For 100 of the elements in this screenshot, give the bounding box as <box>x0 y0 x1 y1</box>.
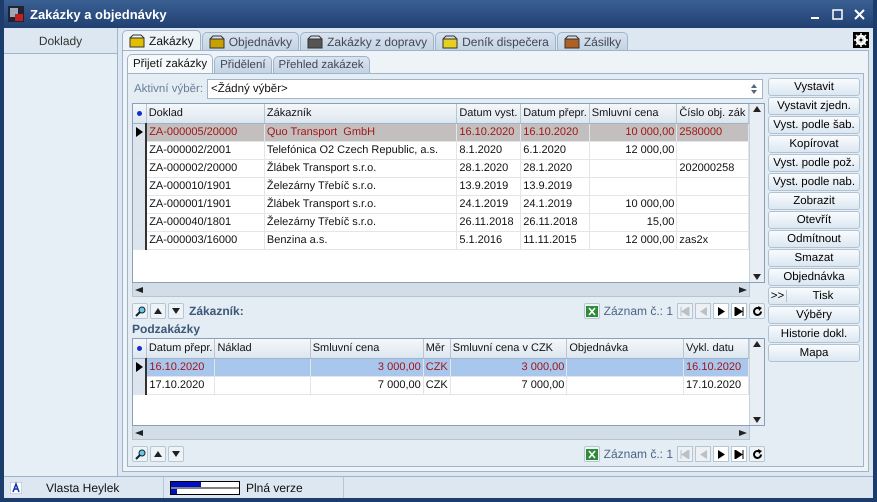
table-cell: 3 000,00 <box>378 361 421 373</box>
record-nav-button[interactable] <box>713 446 729 462</box>
refresh-button[interactable] <box>749 303 765 319</box>
scroll-down-icon <box>753 417 762 423</box>
column-header[interactable]: Číslo obj. zák <box>676 104 749 123</box>
action-button[interactable]: Zobrazit <box>768 192 860 210</box>
search-button[interactable] <box>132 303 148 319</box>
tab[interactable]: Deník dispečera <box>435 32 556 50</box>
vertical-scrollbar[interactable] <box>749 339 764 425</box>
previous-record-icon <box>698 450 708 458</box>
column-header[interactable]: Datum přepr. <box>520 104 590 123</box>
filter-caption: Zákazník: <box>189 304 245 318</box>
tab[interactable]: Přehled zakázek <box>272 56 370 73</box>
tab[interactable]: Zakázky z dopravy <box>300 32 434 50</box>
action-button[interactable]: Vystavit zjedn. <box>768 97 860 115</box>
table-cell: CZK <box>426 379 448 391</box>
tab[interactable]: Zásilky <box>556 32 628 50</box>
table-cell: 10 000,00 <box>625 126 674 138</box>
table-cell: 24.1.2019 <box>459 198 508 210</box>
action-button[interactable]: Vyst. podle šab. <box>768 116 860 134</box>
record-nav-button[interactable] <box>731 303 747 319</box>
action-button[interactable]: Vyst. podle nab. <box>768 173 860 191</box>
table-cell: 7 000,00 <box>378 379 421 391</box>
column-header[interactable]: Smluvní cena v CZK <box>450 339 567 358</box>
column-header[interactable]: Objednávka <box>566 339 684 358</box>
box-icon <box>208 34 225 48</box>
column-header[interactable]: Datum přepr. <box>146 339 215 358</box>
scroll-left-icon <box>135 286 143 292</box>
table-cell: 16.10.2020 <box>149 361 204 373</box>
spreadsheet-export-button[interactable] <box>584 446 600 462</box>
column-header[interactable]: Zákazník <box>264 104 457 123</box>
action-button[interactable]: Objednávka <box>768 268 860 286</box>
letter-a-icon <box>10 482 22 494</box>
user-name: Vlasta Heylek <box>46 480 120 494</box>
last-record-icon <box>734 306 744 316</box>
dot-icon <box>136 346 142 352</box>
table-cell: 16.10.2020 <box>523 126 578 138</box>
window-title: Zakázky a objednávky <box>30 6 168 22</box>
refresh-button[interactable] <box>749 446 765 462</box>
table-cell: ZA-000001/1901 <box>149 198 232 210</box>
table-cell: Železárny Třebíč s.r.o. <box>266 216 376 228</box>
action-button[interactable]: Vystavit <box>768 78 860 96</box>
record-number: Záznam č.: 1 <box>604 447 673 461</box>
record-nav-button[interactable] <box>713 303 729 319</box>
action-button[interactable]: Smazat <box>768 249 860 267</box>
section-title: Podzakázky <box>132 322 202 338</box>
tab[interactable]: Zakázky <box>122 30 201 50</box>
last-record-icon <box>734 450 744 458</box>
column-header[interactable]: Náklad <box>214 339 310 358</box>
table-cell: 12 000,00 <box>625 234 674 246</box>
table-cell: 10 000,00 <box>625 198 674 210</box>
license-meter-drawing <box>170 480 240 494</box>
box-icon <box>564 34 580 48</box>
action-button[interactable]: Otevřít <box>768 211 860 229</box>
move-down-button[interactable] <box>168 446 184 462</box>
record-nav-button[interactable] <box>731 446 747 462</box>
column-header[interactable]: Smluvní cena <box>589 104 677 123</box>
table-cell: 2580000 <box>679 126 722 138</box>
table-cell: 28.1.2020 <box>523 162 572 174</box>
table-cell: 5.1.2016 <box>459 234 502 246</box>
table-cell: 11.11.2015 <box>523 234 577 246</box>
tab[interactable]: Přijetí zakázky <box>127 54 214 73</box>
column-header[interactable]: Vykl. datu <box>684 339 749 358</box>
table-cell: ZA-000010/1901 <box>149 180 232 192</box>
column-header[interactable]: Datum vyst. <box>456 104 521 123</box>
column-header[interactable]: Doklad <box>146 104 264 123</box>
app-icon <box>8 6 24 22</box>
scroll-up-icon <box>753 106 762 112</box>
current-row-icon <box>136 362 143 372</box>
action-button[interactable]: Historie dokl. <box>768 325 860 343</box>
action-button[interactable]: Mapa <box>768 344 860 362</box>
table-cell: 26.11.2018 <box>523 216 578 228</box>
table-cell: ZA-000040/1801 <box>149 216 232 228</box>
vertical-scrollbar[interactable] <box>749 104 764 282</box>
first-record-icon <box>680 306 690 316</box>
action-button[interactable]: Kopírovat <box>768 135 860 153</box>
action-button[interactable]: Vyst. podle pož. <box>768 154 860 172</box>
scroll-down-icon <box>753 274 762 280</box>
settings-icon[interactable] <box>853 32 869 48</box>
box-icon <box>129 34 145 48</box>
table-cell: Benzina a.s. <box>266 234 328 246</box>
horizontal-scrollbar[interactable] <box>132 426 750 440</box>
tab[interactable]: Přidělení <box>214 56 272 73</box>
table-cell: ZA-000003/16000 <box>149 234 238 246</box>
action-button[interactable]: Výběry <box>768 306 860 324</box>
scroll-up-icon <box>753 341 762 347</box>
search-button[interactable] <box>132 446 148 462</box>
minimize-icon <box>811 17 819 19</box>
column-header[interactable]: Měr <box>423 339 450 358</box>
move-up-button[interactable] <box>150 446 166 462</box>
column-header[interactable]: Smluvní cena <box>310 339 424 358</box>
horizontal-scrollbar[interactable] <box>132 283 750 297</box>
tab[interactable]: Objednávky <box>202 32 300 50</box>
table-cell: ZA-000002/2001 <box>149 144 232 156</box>
spreadsheet-export-button[interactable] <box>584 303 600 319</box>
move-up-button[interactable] <box>150 303 166 319</box>
move-down-button[interactable] <box>168 303 184 319</box>
action-button[interactable]: >> Tisk <box>768 287 860 305</box>
filter-select[interactable]: <Žádný výběr> <box>207 79 763 99</box>
action-button[interactable]: Odmítnout <box>768 230 860 248</box>
